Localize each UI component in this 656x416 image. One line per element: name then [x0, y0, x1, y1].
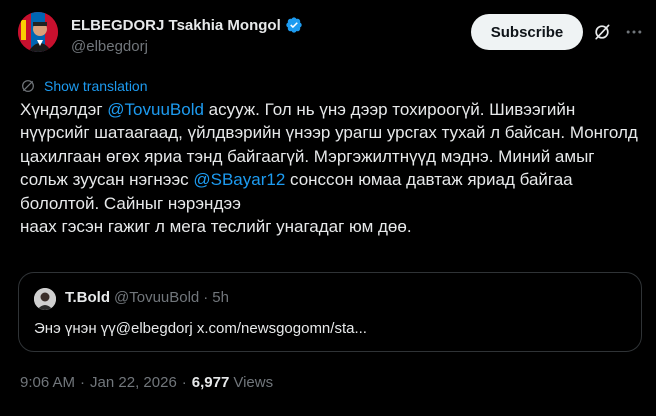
separator-dot: ·	[203, 289, 209, 306]
mention-link[interactable]: @TovuuBold	[107, 100, 204, 119]
tweet-text-segment: Хүндэлдэг	[20, 100, 108, 119]
grok-icon[interactable]	[592, 22, 612, 42]
show-translation-label[interactable]: Show translation	[44, 78, 148, 94]
tweet-body: Хүндэлдэг @TovuuBold асууж. Гол нь үнэ д…	[20, 98, 640, 238]
quoted-tweet-time[interactable]: 5h	[212, 289, 229, 306]
quoted-author-name[interactable]: T.Bold	[65, 289, 110, 306]
author-avatar[interactable]	[18, 12, 58, 52]
separator-dot: ·	[80, 374, 86, 391]
quoted-tweet-header: T.Bold @TovuuBold · 5h	[65, 289, 229, 306]
mention-link[interactable]: @SBayar12	[193, 170, 285, 189]
more-horizontal-icon[interactable]	[624, 22, 644, 42]
author-handle[interactable]: @elbegdorj	[71, 38, 303, 55]
tweet-header: ELBEGDORJ Tsakhia Mongol @elbegdorj Subs…	[18, 12, 644, 62]
globe-icon	[22, 80, 34, 92]
views-count[interactable]: 6,977	[192, 374, 230, 391]
quoted-tweet[interactable]: T.Bold @TovuuBold · 5h Энэ үнэн үү@elbeg…	[18, 272, 642, 352]
quoted-tweet-text: Энэ үнэн үү@elbegdorj x.com/newsgogomn/s…	[34, 320, 367, 337]
tweet-meta: 9:06 AM · Jan 22, 2026 · 6,977 Views	[20, 374, 273, 391]
views-label: Views	[233, 374, 274, 391]
quoted-author-handle[interactable]: @TovuuBold	[114, 289, 199, 306]
separator-dot: ·	[181, 374, 187, 391]
author-info: ELBEGDORJ Tsakhia Mongol @elbegdorj	[71, 15, 303, 55]
tweet-time[interactable]: 9:06 AM	[20, 374, 75, 391]
tweet-text-segment: наах гэсэн гажиг л мега теслийг унагадаг…	[20, 217, 412, 237]
subscribe-button[interactable]: Subscribe	[471, 14, 583, 50]
verified-badge-icon	[286, 17, 302, 33]
quoted-author-avatar[interactable]	[34, 288, 56, 310]
author-display-name[interactable]: ELBEGDORJ Tsakhia Mongol	[71, 17, 281, 34]
tweet-date[interactable]: Jan 22, 2026	[90, 374, 177, 391]
show-translation-link[interactable]: Show translation	[20, 78, 148, 94]
